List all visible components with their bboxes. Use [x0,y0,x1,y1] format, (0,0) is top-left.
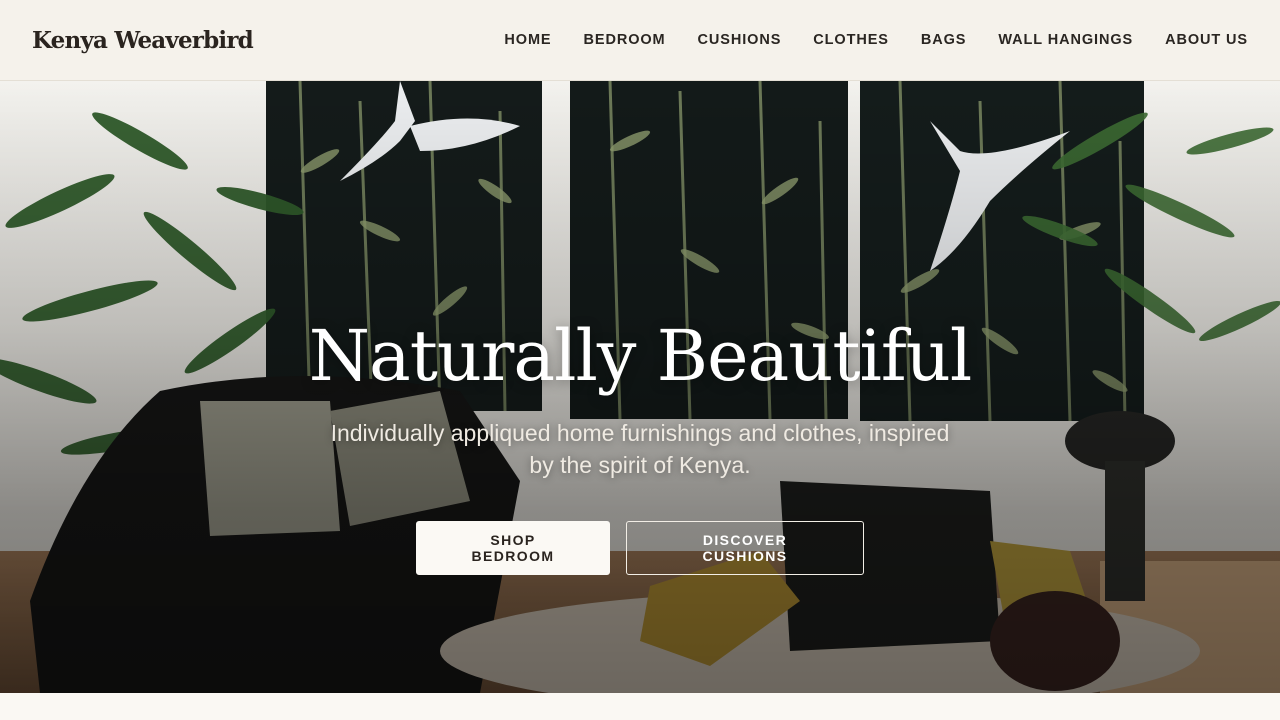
main-nav: HOME BEDROOM CUSHIONS CLOTHES BAGS WALL … [504,32,1248,48]
hero-buttons: SHOP BEDROOM DISCOVER CUSHIONS [0,521,1280,575]
hero-title: Naturally Beautiful [308,315,973,397]
nav-clothes[interactable]: CLOTHES [813,32,889,48]
shop-bedroom-button[interactable]: SHOP BEDROOM [416,521,610,575]
nav-bags[interactable]: BAGS [921,32,967,48]
hero-section: Naturally Beautiful Individually appliqu… [0,81,1280,693]
nav-home[interactable]: HOME [504,32,551,48]
nav-about-us[interactable]: ABOUT US [1165,32,1248,48]
nav-wall-hangings[interactable]: WALL HANGINGS [998,32,1133,48]
nav-cushions[interactable]: CUSHIONS [698,32,782,48]
discover-cushions-button[interactable]: DISCOVER CUSHIONS [626,521,864,575]
site-logo[interactable]: Kenya Weaverbird [32,27,254,54]
hero-content: Naturally Beautiful Individually appliqu… [0,321,1280,575]
hero-subtitle: Individually appliqued home furnishings … [330,420,950,478]
site-header: Kenya Weaverbird HOME BEDROOM CUSHIONS C… [0,0,1280,81]
page-content-start [0,693,1280,720]
nav-bedroom[interactable]: BEDROOM [584,32,666,48]
